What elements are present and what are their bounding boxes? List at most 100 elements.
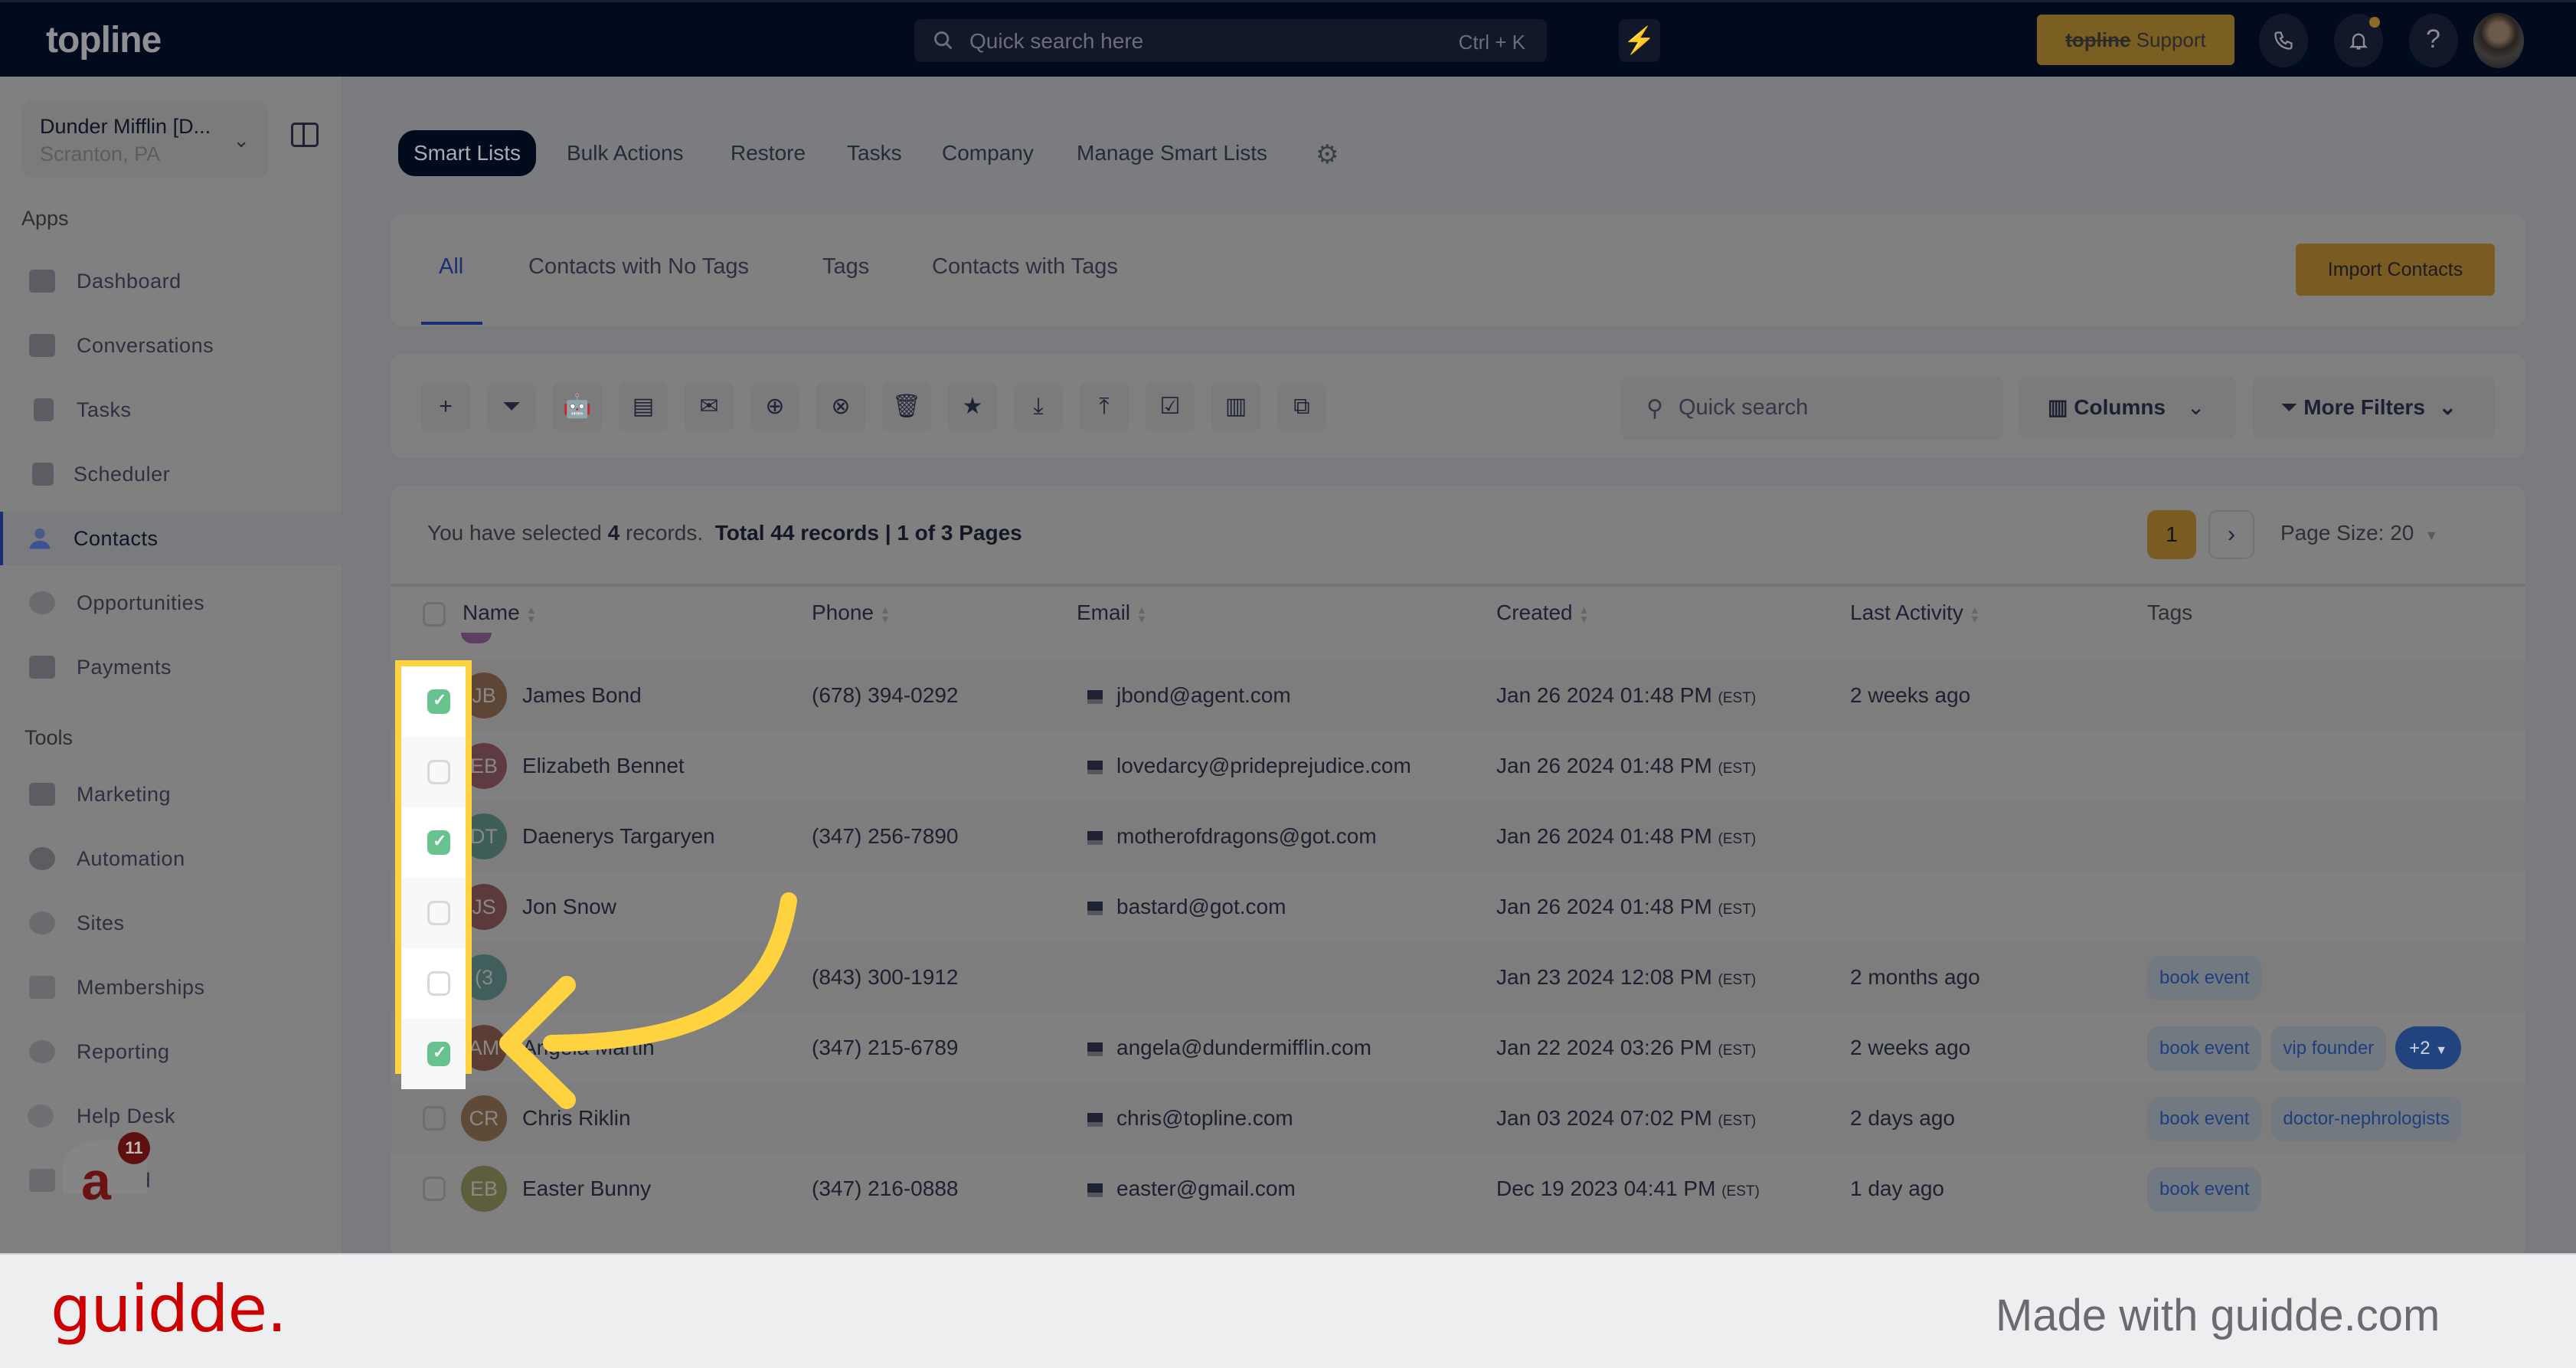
column-header-last-activity[interactable]: Last Activity ▲ ▼ bbox=[1850, 601, 1980, 625]
more-tags-button[interactable]: +2 ▼ bbox=[2395, 1026, 2462, 1069]
notifications-button[interactable] bbox=[2334, 14, 2383, 67]
sidebar-item-marketing[interactable]: Marketing bbox=[0, 767, 342, 821]
table-row[interactable]: EB Elizabeth Bennet lovedarcy@prideprejudi… bbox=[391, 731, 2525, 801]
star-button[interactable]: ★ bbox=[948, 382, 997, 431]
tag-badge[interactable]: book event bbox=[2147, 1167, 2262, 1212]
table-header: Name ▲ ▼ Phone ▲ ▼ Email ▲ ▼ Created ▲ ▼ Last Ac… bbox=[391, 584, 2525, 637]
contact-name[interactable]: Easter Bunny bbox=[522, 1177, 651, 1201]
more-filters-dropdown[interactable]: ⏷ More Filters ⌄ bbox=[2253, 377, 2495, 438]
row-checkbox[interactable] bbox=[423, 1106, 446, 1131]
export-button[interactable]: ⤒ bbox=[1080, 382, 1129, 431]
row-checkbox[interactable] bbox=[423, 1177, 446, 1201]
user-avatar[interactable] bbox=[2473, 13, 2524, 68]
delete-button[interactable]: 🗑 bbox=[882, 382, 931, 431]
tag-badge[interactable]: book event bbox=[2147, 956, 2262, 1000]
sidebar-item-reporting[interactable]: Reporting bbox=[0, 1025, 342, 1078]
contact-created: Dec 19 2023 04:41 PM (EST) bbox=[1496, 1177, 1760, 1201]
tab-contacts-no-tags[interactable]: Contacts with No Tags bbox=[528, 254, 749, 280]
select-all-checkbox[interactable] bbox=[423, 602, 446, 627]
row-checkbox[interactable] bbox=[427, 1042, 450, 1066]
columns-dropdown[interactable]: ▥ Columns ⌄ bbox=[2019, 377, 2236, 438]
table-row[interactable]: DTDaenerys Targaryen(347) 256-7890mother… bbox=[391, 801, 2525, 872]
tag-badge[interactable]: vip founder bbox=[2270, 1026, 2387, 1071]
company-button[interactable]: ▥ bbox=[1211, 382, 1260, 431]
contact-name[interactable]: Elizabeth Bennet bbox=[522, 754, 685, 778]
sidebar-item-label: Help Desk bbox=[77, 1105, 176, 1127]
tab-tags[interactable]: Tags bbox=[822, 254, 869, 280]
sidebar-item-opportunities[interactable]: Opportunities bbox=[0, 576, 342, 630]
automation-bot-button[interactable]: 🤖 bbox=[553, 382, 602, 431]
page-1-button[interactable]: 1 bbox=[2147, 510, 2196, 559]
sidebar-item-dashboard[interactable]: Dashboard bbox=[0, 254, 342, 308]
contact-name[interactable]: Chris Riklin bbox=[522, 1106, 631, 1131]
sort-icon: ▲ ▼ bbox=[1969, 603, 1980, 625]
tag-badge[interactable]: book event bbox=[2147, 1026, 2262, 1071]
import-button[interactable]: ⤓ bbox=[1014, 382, 1063, 431]
contact-name[interactable]: Jon Snow bbox=[522, 895, 616, 919]
subnav-tasks[interactable]: Tasks bbox=[847, 136, 902, 170]
add-contact-button[interactable]: + bbox=[421, 382, 470, 431]
column-header-created[interactable]: Created ▲ ▼ bbox=[1496, 601, 1589, 625]
subnav-manage-smart-lists[interactable]: Manage Smart Lists bbox=[1077, 136, 1267, 170]
sidebar-item-sites[interactable]: Sites bbox=[0, 896, 342, 950]
table-row[interactable]: EB Easter Bunny (347) 216-0888 easter@gmail… bbox=[391, 1154, 2525, 1224]
table-row[interactable]: JBJames Bond(678) 394-0292jbond@agent.co… bbox=[391, 660, 2525, 731]
next-page-button[interactable]: › bbox=[2208, 510, 2254, 559]
row-checkbox[interactable] bbox=[427, 971, 450, 996]
column-header-phone[interactable]: Phone ▲ ▼ bbox=[812, 601, 891, 625]
table-row[interactable]: (3 (843) 300-1912 Jan 23 2024 12:08 PM (ES… bbox=[391, 942, 2525, 1013]
contact-name[interactable]: Angela Martin bbox=[522, 1036, 655, 1060]
send-sms-button[interactable]: ▤ bbox=[619, 382, 668, 431]
subnav-smart-lists[interactable]: Smart Lists bbox=[398, 130, 537, 176]
table-row[interactable]: AMAngela Martin(347) 215-6789angela@dund… bbox=[391, 1013, 2525, 1083]
review-request-button[interactable]: ☑ bbox=[1146, 382, 1195, 431]
tab-contacts-with-tags[interactable]: Contacts with Tags bbox=[932, 254, 1118, 280]
page-size-select[interactable]: Page Size: 20 ▼ bbox=[2280, 521, 2438, 545]
contact-email: motherofdragons@got.com bbox=[1087, 824, 1377, 849]
sidebar-item-memberships[interactable]: Memberships bbox=[0, 961, 342, 1014]
sidebar-item-conversations[interactable]: Conversations bbox=[0, 319, 342, 372]
row-checkbox[interactable] bbox=[427, 901, 450, 925]
support-button[interactable]: topline Support bbox=[2037, 15, 2234, 65]
table-row[interactable]: CR Chris Riklin chris@topline.com Jan 03 20… bbox=[391, 1083, 2525, 1154]
contact-name[interactable]: Daenerys Targaryen bbox=[522, 824, 715, 849]
sidebar-item-scheduler[interactable]: Scheduler bbox=[0, 447, 342, 501]
help-button[interactable]: ? bbox=[2409, 14, 2458, 67]
row-checkbox[interactable] bbox=[427, 760, 450, 784]
sidebar-item-payments[interactable]: Payments bbox=[0, 640, 342, 694]
contact-name[interactable]: James Bond bbox=[522, 683, 642, 708]
globe-icon bbox=[29, 911, 55, 934]
sidebar-item-mailfold[interactable]: Mailfold bbox=[0, 1154, 342, 1207]
tag-badge[interactable]: book event bbox=[2147, 1097, 2262, 1141]
send-email-button[interactable]: ✉ bbox=[685, 382, 734, 431]
contacts-search-input[interactable]: ⚲ Quick search bbox=[1620, 377, 2003, 440]
merge-button[interactable]: ⧉ bbox=[1277, 382, 1326, 431]
table-row[interactable]: JS Jon Snow bastard@got.com Jan 26 2024 01:… bbox=[391, 872, 2525, 942]
global-search-input[interactable]: Quick search here Ctrl + K bbox=[914, 19, 1547, 62]
sidebar-item-automation[interactable]: Automation bbox=[0, 832, 342, 885]
tag-badge[interactable]: doctor-nephrologists bbox=[2270, 1097, 2462, 1141]
chat-widget[interactable]: a 11 bbox=[63, 1132, 150, 1211]
column-header-email[interactable]: Email ▲ ▼ bbox=[1077, 601, 1147, 625]
highlighted-cell bbox=[401, 878, 466, 948]
sidebar-item-help-desk[interactable]: Help Desk bbox=[0, 1089, 342, 1143]
app-logo[interactable]: topline bbox=[46, 19, 162, 61]
add-tag-button[interactable]: ⊕ bbox=[750, 382, 799, 431]
sidebar-item-contacts[interactable]: Contacts bbox=[0, 512, 342, 565]
column-header-name[interactable]: Name ▲ ▼ bbox=[463, 601, 537, 625]
phone-button[interactable] bbox=[2259, 14, 2308, 67]
subnav-bulk-actions[interactable]: Bulk Actions bbox=[567, 136, 684, 170]
sidebar-item-tasks[interactable]: Tasks bbox=[0, 383, 342, 437]
sidebar-collapse-icon[interactable] bbox=[291, 123, 319, 147]
subnav-company[interactable]: Company bbox=[942, 136, 1034, 170]
row-checkbox[interactable] bbox=[427, 689, 450, 714]
subnav-restore[interactable]: Restore bbox=[731, 136, 806, 170]
filter-button[interactable]: ⏷ bbox=[487, 382, 536, 431]
location-switcher[interactable]: Dunder Mifflin [D... Scranton, PA ⌄ bbox=[21, 101, 268, 178]
row-checkbox[interactable] bbox=[427, 830, 450, 855]
import-contacts-button[interactable]: Import Contacts bbox=[2296, 244, 2495, 296]
remove-tag-button[interactable]: ⊗ bbox=[816, 382, 865, 431]
tab-all[interactable]: All bbox=[439, 254, 463, 280]
lightning-icon[interactable]: ⚡ bbox=[1619, 19, 1660, 62]
gear-icon[interactable]: ⚙ bbox=[1316, 139, 1339, 170]
